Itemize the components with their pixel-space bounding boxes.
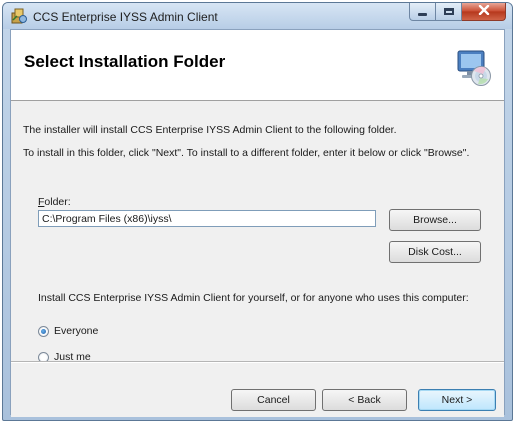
disk-cost-button[interactable]: Disk Cost... [389, 241, 481, 263]
page-title: Select Installation Folder [24, 52, 226, 71]
minimize-button[interactable] [409, 3, 436, 21]
folder-path-input[interactable] [38, 210, 376, 227]
computer-disc-icon [456, 49, 492, 87]
maximize-icon [443, 8, 454, 15]
intro-text-line-1: The installer will install CCS Enterpris… [23, 124, 397, 136]
installer-app-icon [11, 8, 27, 24]
footer-divider [11, 362, 504, 363]
cancel-button[interactable]: Cancel [231, 389, 316, 411]
title-bar[interactable]: CCS Enterprise IYSS Admin Client [3, 3, 512, 29]
maximize-button[interactable] [436, 3, 462, 21]
radio-selected-icon[interactable] [38, 325, 49, 337]
close-button[interactable] [462, 3, 506, 21]
radio-everyone[interactable]: Everyone [38, 325, 98, 337]
browse-button[interactable]: Browse... [389, 209, 481, 231]
folder-label: Folder: [38, 196, 71, 208]
back-button[interactable]: < Back [322, 389, 407, 411]
header-banner: Select Installation Folder [11, 30, 504, 101]
next-button[interactable]: Next > [418, 389, 496, 411]
dialog-client-area: Select Installation Folder The installer… [10, 29, 505, 417]
minimize-icon [418, 13, 427, 16]
installer-window: CCS Enterprise IYSS Admin Client Select … [2, 2, 513, 421]
install-for-prompt: Install CCS Enterprise IYSS Admin Client… [38, 292, 469, 304]
footer-button-bar: Cancel < Back Next > [11, 361, 504, 417]
intro-text-line-2: To install in this folder, click "Next".… [23, 147, 470, 159]
close-icon [478, 4, 490, 18]
caption-buttons [409, 3, 506, 22]
folder-label-text: older: [44, 196, 71, 208]
radio-everyone-label[interactable]: Everyone [54, 325, 98, 337]
window-title: CCS Enterprise IYSS Admin Client [33, 10, 218, 24]
content-panel: The installer will install CCS Enterpris… [11, 101, 504, 363]
